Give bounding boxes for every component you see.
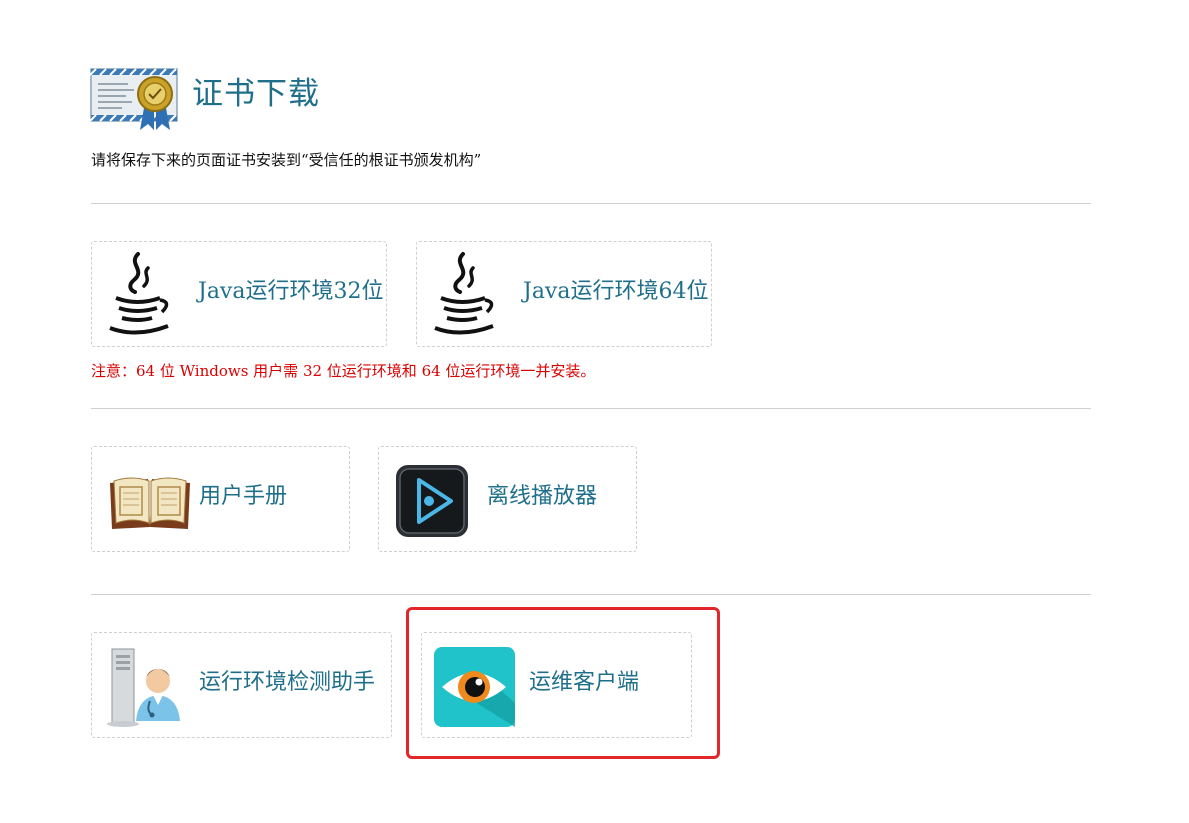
page-title: 证书下载: [192, 76, 320, 112]
java-icon: [102, 250, 172, 344]
offline-player-download-button[interactable]: 离线播放器: [378, 446, 637, 552]
java-64bit-download-button[interactable]: Java运行环境64位: [416, 241, 712, 347]
divider: [91, 408, 1091, 409]
ops-client-label: 运维客户端: [529, 670, 640, 695]
install-instruction: 请将保存下来的页面证书安装到“受信任的根证书颁发机构”: [91, 151, 482, 169]
divider: [91, 203, 1091, 204]
user-manual-label: 用户手册: [199, 484, 288, 509]
java-32bit-label: Java运行环境32位: [198, 279, 384, 304]
computer-user-icon: [106, 647, 186, 731]
ops-client-download-button[interactable]: 运维客户端: [421, 632, 692, 738]
user-manual-download-button[interactable]: 用户手册: [91, 446, 350, 552]
java-64bit-label: Java运行环境64位: [523, 279, 709, 304]
divider: [91, 594, 1091, 595]
java-icon: [427, 250, 497, 344]
book-icon: [108, 473, 192, 535]
offline-player-label: 离线播放器: [487, 484, 598, 509]
certificate-icon: [89, 66, 182, 132]
env-check-assistant-label: 运行环境检测助手: [199, 670, 376, 695]
java-32bit-download-button[interactable]: Java运行环境32位: [91, 241, 387, 347]
play-icon: [395, 464, 469, 542]
eye-icon: [434, 647, 515, 731]
env-check-assistant-download-button[interactable]: 运行环境检测助手: [91, 632, 392, 738]
java-install-note: 注意：64 位 Windows 用户需 32 位运行环境和 64 位运行环境一并…: [91, 362, 596, 380]
